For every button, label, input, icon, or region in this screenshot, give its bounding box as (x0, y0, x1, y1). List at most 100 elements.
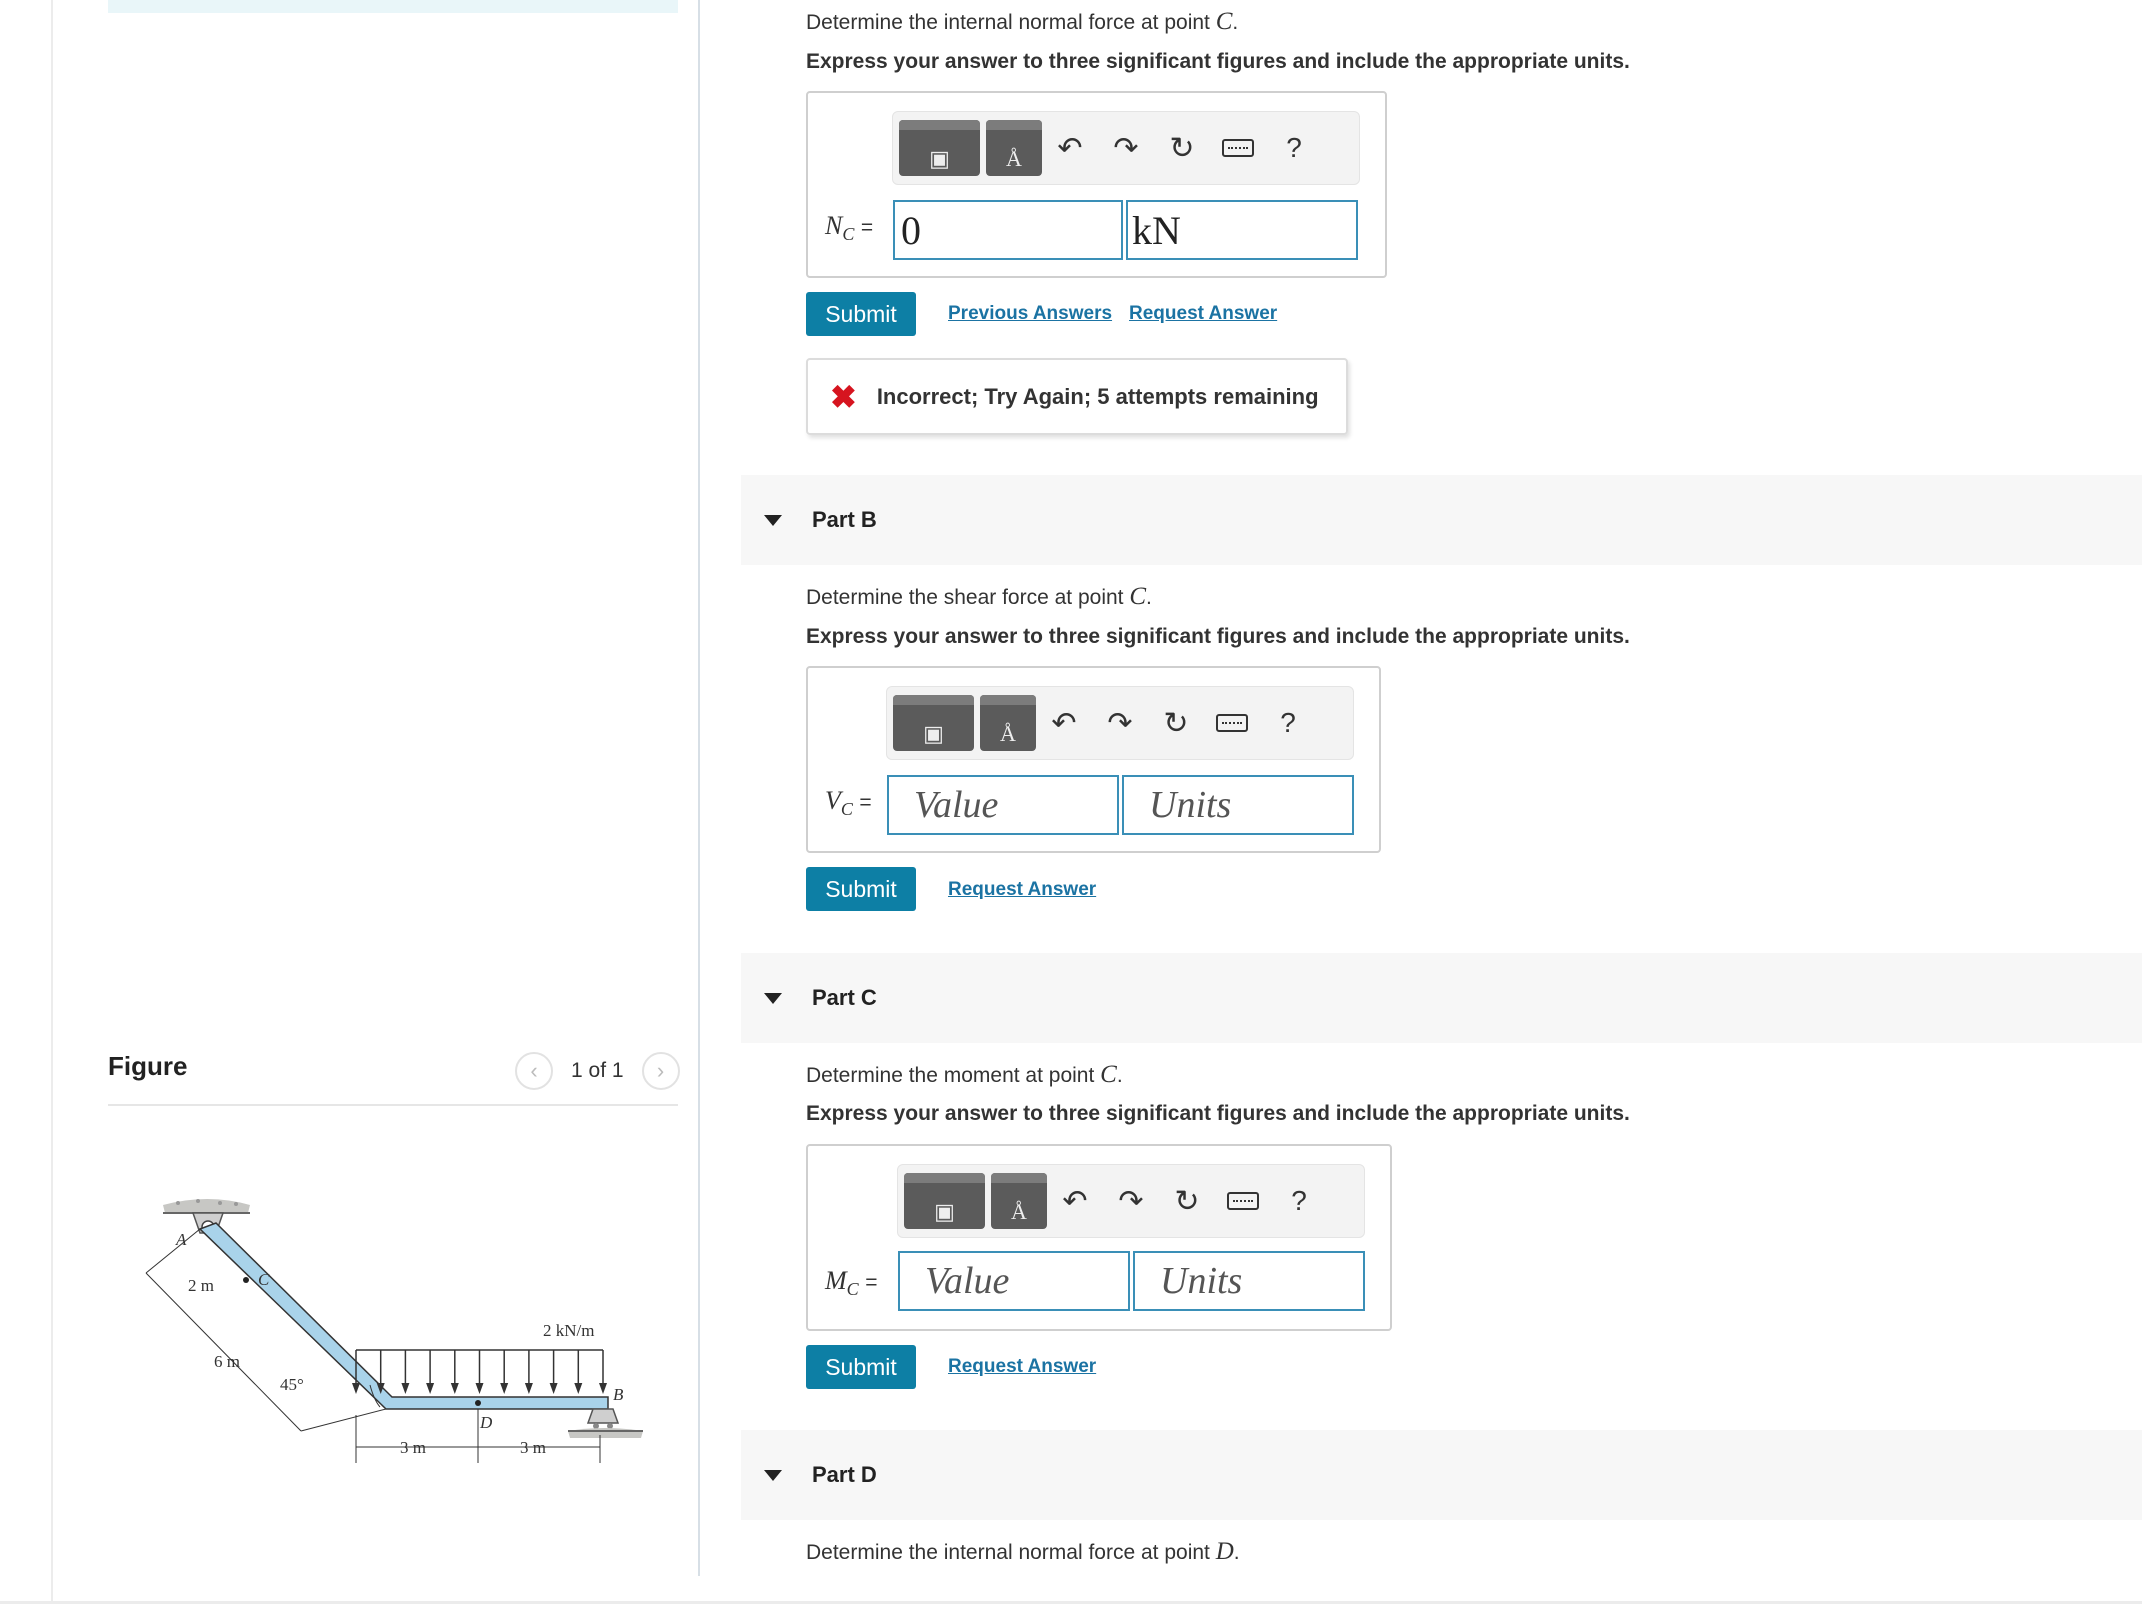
load-arrow-head (599, 1383, 607, 1394)
units-icon: Å (1000, 721, 1016, 746)
part-b-point: C (1129, 583, 1147, 610)
collapse-triangle-icon (764, 514, 782, 526)
label-d: D (479, 1413, 493, 1432)
help-button[interactable]: ? (1266, 132, 1322, 164)
redo-button[interactable]: ↷ (1092, 706, 1148, 741)
part-c-value-input[interactable]: Value (898, 1251, 1130, 1311)
templates-icon: ▣ (923, 721, 944, 746)
load-arrow-head (524, 1383, 533, 1394)
help-button[interactable]: ? (1260, 707, 1316, 739)
part-a-instruction: Express your answer to three significant… (806, 50, 1630, 73)
part-c-header[interactable]: Part C (741, 953, 2142, 1043)
part-b-toolbar: ▣ Å ↶ ↷ ↻ ? (886, 686, 1354, 760)
part-a-request-answer-link[interactable]: Request Answer (1129, 303, 1277, 325)
part-c-prompt: Determine the moment at point C. (806, 1061, 1123, 1089)
load-arrow-head (426, 1383, 435, 1394)
figure-title: Figure (108, 1051, 188, 1081)
label-c: C (258, 1270, 270, 1289)
units-icon: Å (1006, 146, 1022, 171)
part-c-var: M (825, 1266, 847, 1295)
redo-icon: ↷ (1113, 131, 1139, 165)
next-figure-button[interactable]: › (641, 1052, 680, 1090)
reset-button[interactable]: ↻ (1148, 706, 1204, 741)
keyboard-button[interactable] (1204, 706, 1260, 740)
redo-button[interactable]: ↷ (1103, 1184, 1159, 1219)
figure-navigation: ‹ 1 of 1 › (515, 1052, 680, 1090)
part-b-submit-button[interactable]: Submit (806, 867, 916, 911)
part-a-units-input[interactable]: kN (1126, 200, 1358, 260)
part-a-var: N (825, 211, 843, 240)
redo-icon: ↷ (1107, 706, 1133, 740)
part-c-submit-button[interactable]: Submit (806, 1345, 916, 1389)
load-arrow-head (500, 1383, 509, 1394)
load-arrow-head (549, 1383, 558, 1394)
dim-6m: 6 m (214, 1352, 240, 1371)
part-d-prompt-suffix: . (1233, 1541, 1240, 1564)
part-c-request-answer-link[interactable]: Request Answer (948, 1356, 1096, 1378)
roller-b (568, 1408, 643, 1438)
part-a-feedback: ✖ Incorrect; Try Again; 5 attempts remai… (806, 358, 1348, 435)
column-divider (698, 0, 700, 1576)
units-button[interactable]: Å (991, 1173, 1047, 1229)
keyboard-button[interactable] (1210, 131, 1266, 165)
part-b-prompt-suffix: . (1146, 586, 1152, 609)
part-b-title: Part B (812, 507, 877, 532)
load-label: 2 kN/m (543, 1321, 594, 1340)
templates-button[interactable]: ▣ (904, 1173, 985, 1229)
redo-button[interactable]: ↷ (1098, 131, 1154, 166)
part-b-answer-box: ▣ Å ↶ ↷ ↻ ? VC = Value Units (806, 666, 1381, 853)
collapse-triangle-icon (764, 992, 782, 1004)
previous-answers-link[interactable]: Previous Answers (948, 303, 1112, 325)
previous-figure-button[interactable]: ‹ (515, 1052, 553, 1090)
help-button[interactable]: ? (1271, 1185, 1327, 1217)
load-arrow-head (574, 1383, 583, 1394)
part-c-prompt-suffix: . (1116, 1064, 1123, 1087)
part-c-variable-label: MC = (825, 1266, 877, 1300)
load-arrow-head (475, 1383, 484, 1394)
part-a-feedback-text: Incorrect; Try Again; 5 attempts remaini… (876, 383, 1319, 409)
part-a-submit-button[interactable]: Submit (806, 292, 916, 336)
templates-button[interactable]: ▣ (893, 695, 974, 751)
part-b-prompt: Determine the shear force at point C. (806, 583, 1152, 611)
beam-member (198, 1222, 609, 1410)
part-b-header[interactable]: Part B (741, 475, 2142, 565)
reset-button[interactable]: ↻ (1154, 131, 1210, 166)
part-b-variable-label: VC = (825, 786, 872, 820)
part-b-var-sub: C (840, 799, 853, 820)
help-icon: ? (1286, 132, 1302, 163)
keyboard-button[interactable] (1215, 1184, 1271, 1218)
part-b-request-answer-link[interactable]: Request Answer (948, 879, 1096, 901)
incorrect-x-icon: ✖ (830, 378, 857, 415)
part-b-value-input[interactable]: Value (887, 775, 1119, 835)
dim-2m: 2 m (188, 1276, 214, 1295)
collapse-triangle-icon (764, 1469, 782, 1481)
undo-button[interactable]: ↶ (1036, 706, 1092, 741)
undo-button[interactable]: ↶ (1042, 131, 1098, 166)
part-a-value-input[interactable]: 0 (893, 200, 1123, 260)
units-button[interactable]: Å (980, 695, 1036, 751)
templates-icon: ▣ (934, 1199, 955, 1224)
figure-header-rule (108, 1104, 678, 1106)
load-arrows (352, 1350, 607, 1394)
part-b-units-input[interactable]: Units (1122, 775, 1354, 835)
part-b-prompt-text: Determine the shear force at point (806, 586, 1124, 609)
units-icon: Å (1011, 1199, 1027, 1224)
part-d-point: D (1215, 1538, 1234, 1565)
point-d-marker (475, 1400, 481, 1406)
load-arrow-head (352, 1383, 360, 1394)
templates-button[interactable]: ▣ (899, 120, 980, 176)
part-d-header[interactable]: Part D (741, 1430, 2142, 1520)
part-c-units-input[interactable]: Units (1133, 1251, 1365, 1311)
help-icon: ? (1280, 707, 1296, 738)
angle-label: 45° (280, 1375, 304, 1394)
units-button[interactable]: Å (986, 120, 1042, 176)
support-a-ground (163, 1199, 250, 1214)
help-icon: ? (1291, 1185, 1307, 1216)
part-c-title: Part C (812, 985, 877, 1010)
reset-button[interactable]: ↻ (1159, 1184, 1215, 1219)
part-c-answer-box: ▣ Å ↶ ↷ ↻ ? MC = Value Units (806, 1144, 1392, 1331)
figure-counter: 1 of 1 (571, 1059, 624, 1082)
undo-button[interactable]: ↶ (1047, 1184, 1103, 1219)
part-b-instruction: Express your answer to three significant… (806, 625, 1630, 648)
undo-icon: ↶ (1062, 1184, 1088, 1218)
